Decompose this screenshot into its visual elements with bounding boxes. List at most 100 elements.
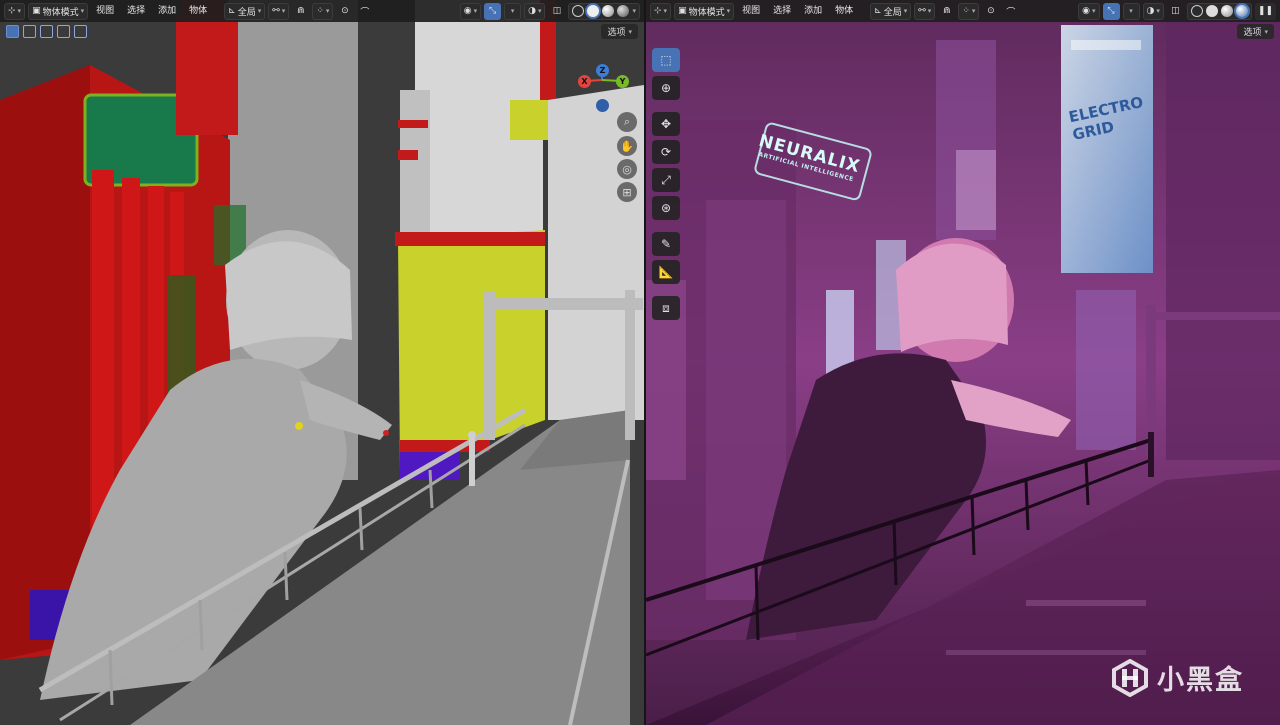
zoom-icon[interactable]: ⌕ bbox=[617, 112, 637, 132]
orientation-icon: ⊾ bbox=[228, 6, 236, 16]
xray-toggle[interactable]: ◫ bbox=[1167, 3, 1184, 20]
select-box-icon[interactable] bbox=[6, 24, 19, 38]
gizmo-toggle[interactable]: ⤡ bbox=[484, 2, 502, 20]
xray-icon: ◫ bbox=[1171, 6, 1180, 16]
axis-x-icon[interactable]: X bbox=[578, 75, 591, 88]
menu-add[interactable]: 添加 bbox=[153, 3, 181, 20]
shading-modes: ▾ bbox=[568, 2, 640, 20]
object-mode-icon: ▣ bbox=[32, 6, 41, 16]
axis-y-icon[interactable]: Y bbox=[616, 75, 629, 88]
cursor-tool-icon[interactable]: ⊕ bbox=[652, 76, 680, 100]
menu-view[interactable]: 视图 bbox=[737, 3, 765, 20]
perspective-grid-icon[interactable]: ⊞ bbox=[617, 182, 637, 202]
rendered-scene bbox=[646, 0, 1280, 725]
menu-select[interactable]: 选择 bbox=[122, 3, 150, 20]
navigation-gizmo[interactable]: Z X Y bbox=[572, 64, 632, 116]
options-label: 选项 bbox=[1243, 28, 1262, 38]
select-extend-icon[interactable] bbox=[40, 24, 53, 38]
editor-type-button[interactable]: ⊹ ▾ bbox=[4, 2, 26, 20]
3d-view-icon: ⊹ bbox=[654, 6, 662, 16]
material-shading-icon[interactable] bbox=[602, 5, 615, 17]
viewport-header: ⊹ ▾ ▣ 物体模式 ▾ 视图 选择 添加 物体 ⊾ 全局 ▾ ⚯ ▾ ⋒ ⁘ ▾ ⊙… bbox=[646, 0, 1280, 22]
overlays-toggle[interactable]: ◑ ▾ bbox=[524, 2, 546, 20]
overlays-toggle[interactable]: ◑ ▾ bbox=[1142, 2, 1164, 20]
watermark-text: 小黑盒 bbox=[1157, 665, 1244, 696]
material-shading-icon[interactable] bbox=[1220, 5, 1233, 17]
snap-grid-icon: ⁘ bbox=[316, 6, 324, 16]
annotate-tool-icon[interactable]: ✎ bbox=[652, 232, 680, 256]
rendered-shading-icon[interactable] bbox=[1235, 5, 1248, 17]
rendered-shading-icon[interactable] bbox=[617, 5, 630, 17]
measure-tool-icon[interactable]: 📐 bbox=[652, 260, 680, 284]
proportional-edit-toggle[interactable]: ⊙ bbox=[336, 3, 353, 20]
falloff-dropdown[interactable]: ⌒ bbox=[356, 3, 373, 20]
axis-z-icon[interactable]: Z bbox=[596, 64, 609, 77]
options-dropdown[interactable]: 选项 ▾ bbox=[1237, 24, 1274, 39]
viewport-header: ⊹ ▾ ▣ 物体模式 ▾ 视图 选择 添加 物体 ⊾ 全局 ▾ ⚯ ▾ ⋒ ⁘ ▾ ⊙… bbox=[0, 0, 644, 22]
overlay-icon: ◑ bbox=[528, 6, 536, 16]
eye-icon: ◉ bbox=[1082, 6, 1091, 16]
transform-orientation-label: 全局 bbox=[237, 7, 256, 18]
snap-toggle[interactable]: ⋒ bbox=[292, 3, 309, 20]
select-intersect-icon[interactable] bbox=[74, 24, 87, 38]
options-dropdown[interactable]: 选项 ▾ bbox=[601, 24, 638, 39]
snap-target-dropdown[interactable]: ⁘ ▾ bbox=[312, 2, 334, 20]
pause-render-button[interactable]: ❚❚ bbox=[1254, 2, 1276, 20]
menu-view[interactable]: 视图 bbox=[91, 3, 119, 20]
visibility-dropdown[interactable]: ◉ ▾ bbox=[1078, 2, 1100, 20]
proportional-edit-toggle[interactable]: ⊙ bbox=[982, 3, 999, 20]
pause-icon: ❚❚ bbox=[1257, 6, 1273, 16]
visibility-dropdown[interactable]: ◉ ▾ bbox=[459, 2, 482, 20]
menu-object[interactable]: 物体 bbox=[184, 3, 212, 20]
scale-tool-icon[interactable]: ⤢ bbox=[652, 168, 680, 192]
interaction-mode-label: 物体模式 bbox=[688, 7, 725, 18]
menu-select[interactable]: 选择 bbox=[768, 3, 796, 20]
rendered-viewport[interactable]: NEURALIX ARTIFICIAL INTELLIGENCE ELECTRO… bbox=[646, 0, 1280, 725]
magnet-icon: ⋒ bbox=[297, 6, 305, 16]
solid-viewport[interactable]: ⊹ ▾ ▣ 物体模式 ▾ 视图 选择 添加 物体 ⊾ 全局 ▾ ⚯ ▾ ⋒ ⁘ ▾ ⊙… bbox=[0, 0, 644, 725]
gizmo-toggle[interactable]: ⤡ bbox=[1102, 2, 1120, 20]
transform-orientation-dropdown[interactable]: ⊾ 全局 ▾ bbox=[224, 2, 266, 20]
overlay-icon: ◑ bbox=[1146, 6, 1155, 16]
tool-settings-bar bbox=[0, 22, 644, 40]
falloff-curve-icon: ⌒ bbox=[1006, 7, 1016, 18]
transform-tool-icon[interactable]: ⊛ bbox=[652, 196, 680, 220]
xray-icon: ◫ bbox=[552, 6, 562, 16]
pivot-point-dropdown[interactable]: ⚯ ▾ bbox=[914, 2, 936, 20]
rotate-tool-icon[interactable]: ⟳ bbox=[652, 140, 680, 164]
transform-orientation-dropdown[interactable]: ⊾ 全局 ▾ bbox=[870, 2, 912, 20]
menu-object[interactable]: 物体 bbox=[830, 3, 858, 20]
camera-icon[interactable]: ◎ bbox=[617, 159, 637, 179]
editor-type-button[interactable]: ⊹ ▾ bbox=[650, 2, 672, 20]
wireframe-shading-icon[interactable] bbox=[1190, 5, 1203, 17]
pivot-point-dropdown[interactable]: ⚯ ▾ bbox=[268, 2, 290, 20]
falloff-dropdown[interactable]: ⌒ bbox=[1002, 3, 1019, 20]
wireframe-shading-icon[interactable] bbox=[572, 5, 585, 17]
options-label: 选项 bbox=[607, 28, 626, 38]
select-box-tool-icon[interactable]: ⬚ bbox=[652, 48, 680, 72]
solid-shading-icon[interactable] bbox=[1205, 5, 1218, 17]
orientation-icon: ⊾ bbox=[874, 6, 882, 16]
interaction-mode-label: 物体模式 bbox=[42, 7, 79, 18]
pan-hand-icon[interactable]: ✋ bbox=[617, 136, 637, 156]
3d-view-icon: ⊹ bbox=[8, 6, 16, 16]
gizmo-dropdown[interactable]: ▾ bbox=[504, 2, 522, 20]
gizmo-icon: ⤡ bbox=[1107, 6, 1115, 16]
axis-negative-z-icon[interactable] bbox=[596, 99, 609, 112]
snap-toggle[interactable]: ⋒ bbox=[938, 3, 955, 20]
shading-modes bbox=[1186, 2, 1252, 20]
snap-target-dropdown[interactable]: ⁘ ▾ bbox=[958, 2, 980, 20]
gizmo-dropdown[interactable]: ▾ bbox=[1122, 2, 1140, 20]
interaction-mode-dropdown[interactable]: ▣ 物体模式 ▾ bbox=[674, 2, 735, 20]
object-mode-icon: ▣ bbox=[678, 6, 687, 16]
proportional-icon: ⊙ bbox=[341, 6, 349, 16]
xray-toggle[interactable]: ◫ bbox=[548, 3, 565, 20]
move-tool-icon[interactable]: ✥ bbox=[652, 112, 680, 136]
select-subtract-icon[interactable] bbox=[57, 24, 70, 38]
magnet-icon: ⋒ bbox=[943, 6, 951, 16]
select-new-icon[interactable] bbox=[23, 24, 36, 38]
interaction-mode-dropdown[interactable]: ▣ 物体模式 ▾ bbox=[28, 2, 89, 20]
solid-shading-icon[interactable] bbox=[587, 5, 600, 17]
menu-add[interactable]: 添加 bbox=[799, 3, 827, 20]
add-cube-tool-icon[interactable]: ⧈ bbox=[652, 296, 680, 320]
